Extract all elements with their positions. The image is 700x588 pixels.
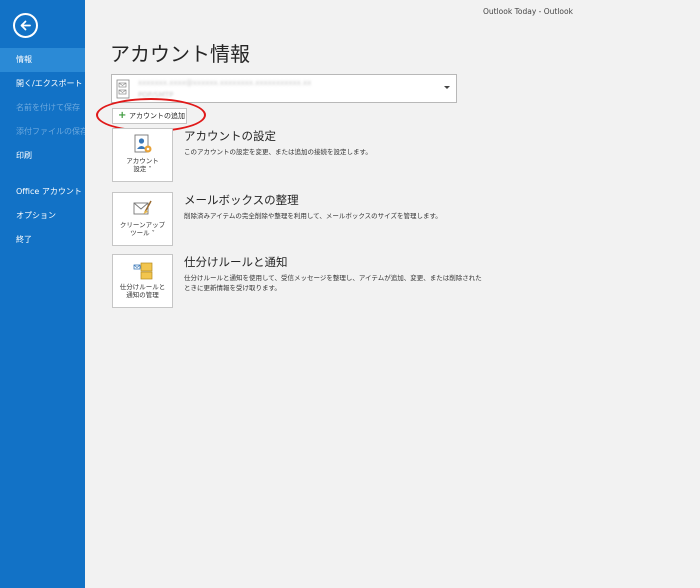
back-arrow-icon (20, 20, 31, 31)
section-account-settings: アカウント 設定 ˅ アカウントの設定 このアカウントの設定を変更、または追加の… (112, 128, 672, 184)
cleanup-tools-icon (133, 200, 152, 215)
cleanup-tile-label-2: ツール ˅ (130, 229, 155, 237)
mailbox-cleanup-description: 削除済みアイテムの完全削除や整理を利用して、メールボックスのサイズを管理します。 (184, 212, 442, 220)
account-settings-icon (134, 134, 151, 153)
plus-icon: + (118, 110, 127, 121)
account-settings-description: このアカウントの設定を変更、または追加の接続を設定します。 (184, 148, 372, 156)
nav-item-office-account[interactable]: Office アカウント (0, 180, 85, 204)
rules-alerts-description: 仕分けルールと通知を使用して、受信メッセージを整理し、アイテムが追加、変更、また… (184, 274, 482, 292)
nav-item-save-as: 名前を付けて保存 (16, 103, 80, 112)
nav-item-save-attachments: 添付ファイルの保存 (16, 127, 85, 136)
nav-item-print[interactable]: 印刷 (0, 144, 85, 168)
mailbox-cleanup-title: メールボックスの整理 (184, 193, 299, 207)
back-button[interactable] (13, 13, 38, 38)
cleanup-tile-label-1: クリーンアップ (119, 221, 166, 229)
nav-item-exit[interactable]: 終了 (0, 228, 85, 252)
nav-item-options[interactable]: オプション (0, 204, 85, 228)
account-email: xxxxxxx.xxxx@xxxxxx.xxxxxxxx.xxxxxxxxxxx… (138, 79, 312, 87)
section-mailbox-cleanup: クリーンアップ ツール ˅ メールボックスの整理 削除済みアイテムの完全削除や整… (112, 192, 672, 248)
section-rules-alerts: 仕分けルールと 通知の管理 仕分けルールと通知 仕分けルールと通知を使用して、受… (112, 254, 672, 310)
rules-alerts-icon (133, 262, 152, 280)
account-settings-tile-label-1: アカウント (126, 157, 159, 165)
chevron-down-icon[interactable] (444, 86, 450, 89)
account-settings-button[interactable]: アカウント 設定 ˅ (112, 128, 173, 182)
page-title: アカウント情報 (110, 42, 250, 66)
account-selector[interactable]: xxxxxxx.xxxx@xxxxxx.xxxxxxxx.xxxxxxxxxxx… (111, 74, 457, 103)
rules-alerts-button[interactable]: 仕分けルールと 通知の管理 (112, 254, 173, 308)
rules-tile-label-1: 仕分けルールと (119, 283, 166, 291)
account-settings-title: アカウントの設定 (184, 129, 276, 143)
backstage-nav: 情報 開く/エクスポート 名前を付けて保存 添付ファイルの保存 印刷 Offic… (0, 48, 85, 252)
rules-tile-label-2: 通知の管理 (126, 291, 159, 299)
backstage-sidebar: 情報 開く/エクスポート 名前を付けて保存 添付ファイルの保存 印刷 Offic… (0, 0, 85, 588)
nav-separator (0, 168, 85, 180)
nav-item-open-export[interactable]: 開く/エクスポート (0, 72, 85, 96)
add-account-button[interactable]: + アカウントの追加 (112, 108, 187, 124)
account-type: POP/SMTP (138, 91, 174, 99)
account-settings-tile-label-2: 設定 ˅ (133, 165, 152, 173)
nav-item-info[interactable]: 情報 (0, 48, 85, 72)
mail-account-icon (116, 79, 130, 99)
rules-alerts-title: 仕分けルールと通知 (184, 255, 288, 269)
backstage-content: Outlook Today - Outlook アカウント情報 xxxxxxx.… (85, 0, 700, 588)
cleanup-tools-button[interactable]: クリーンアップ ツール ˅ (112, 192, 173, 246)
window-title: Outlook Today - Outlook (483, 7, 573, 16)
add-account-label: アカウントの追加 (129, 112, 185, 120)
